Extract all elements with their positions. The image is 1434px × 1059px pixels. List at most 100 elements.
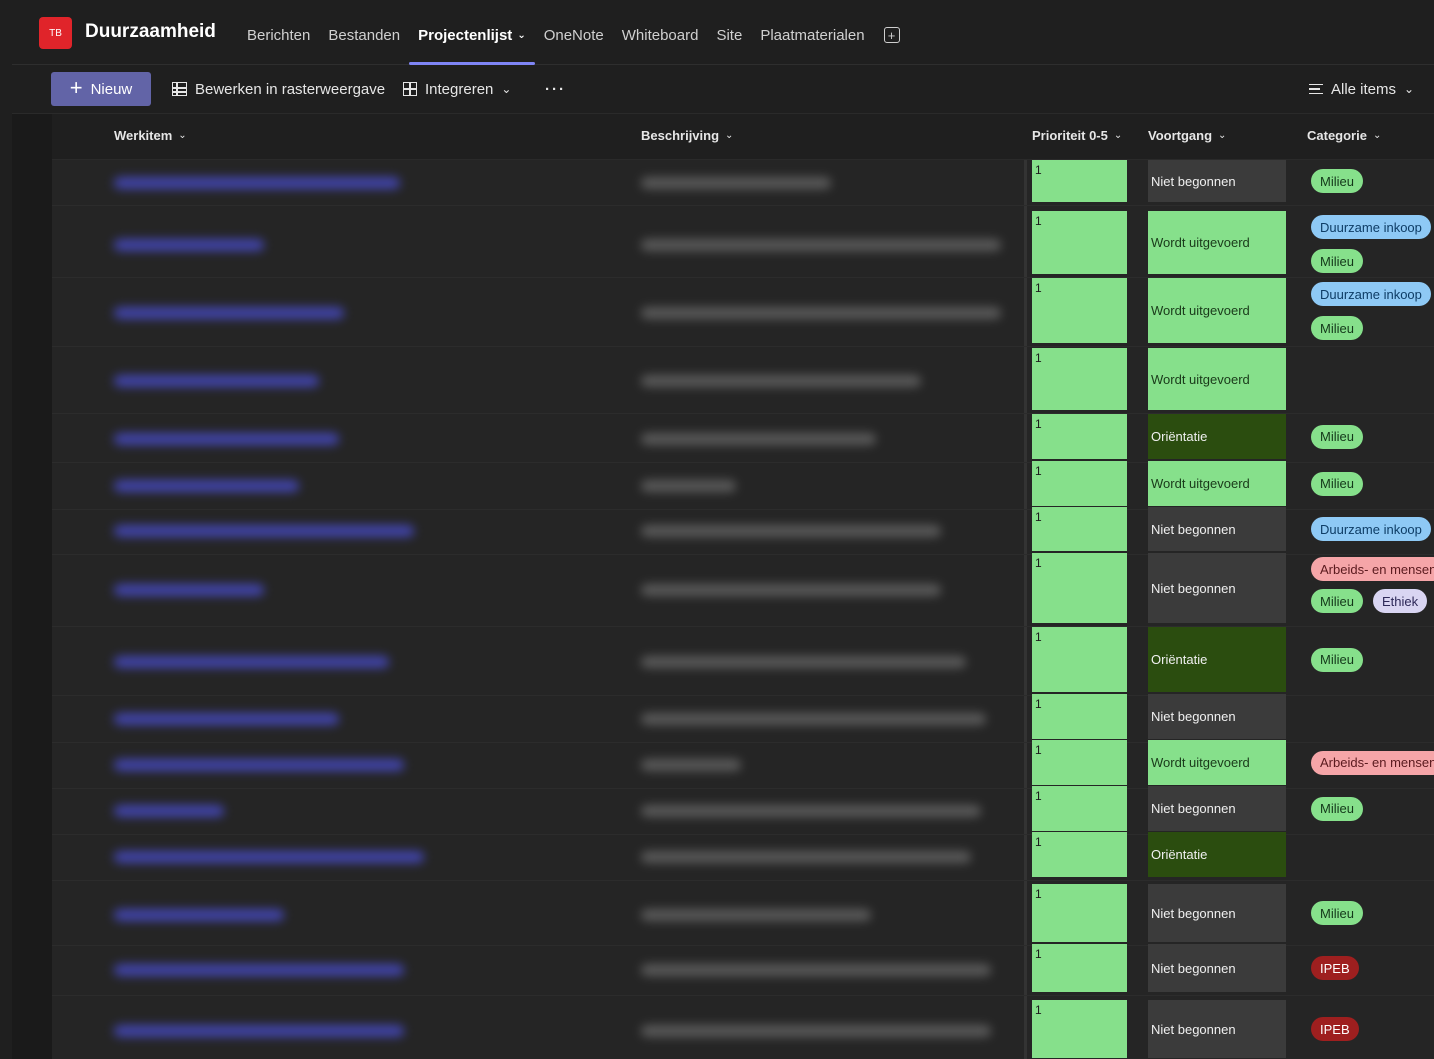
- table-row[interactable]: 1 Niet begonnen: [52, 694, 1434, 743]
- priority-cell[interactable]: 1: [1032, 786, 1127, 831]
- priority-cell[interactable]: 1: [1032, 740, 1127, 785]
- table-row[interactable]: 1 Oriëntatie: [52, 832, 1434, 881]
- list-grid: Werkitem ⌄ Beschrijving ⌄ Prioriteit 0-5 ⌄ …: [52, 114, 1434, 1059]
- column-header-categorie[interactable]: Categorie ⌄: [1307, 128, 1381, 143]
- category-tag: Arbeids- en mensen: [1311, 557, 1434, 581]
- grid-icon: [172, 82, 187, 96]
- tab-whiteboard[interactable]: Whiteboard: [613, 5, 708, 65]
- status-cell[interactable]: Niet begonnen: [1148, 694, 1286, 739]
- tab-site[interactable]: Site: [707, 5, 751, 65]
- beschrijving-redacted: [641, 758, 741, 771]
- team-avatar[interactable]: TB: [39, 17, 72, 49]
- werkitem-link-redacted[interactable]: [114, 712, 339, 725]
- new-button[interactable]: + Nieuw: [51, 72, 151, 106]
- status-cell[interactable]: Niet begonnen: [1148, 160, 1286, 202]
- werkitem-link-redacted[interactable]: [114, 238, 264, 251]
- beschrijving-redacted: [641, 964, 991, 976]
- priority-cell[interactable]: 1: [1032, 884, 1127, 942]
- werkitem-link-redacted[interactable]: [114, 584, 264, 596]
- table-row[interactable]: 1 Oriëntatie Milieu: [52, 627, 1434, 696]
- status-cell[interactable]: Wordt uitgevoerd: [1148, 348, 1286, 410]
- werkitem-link-redacted[interactable]: [114, 306, 344, 319]
- table-row[interactable]: 1 Wordt uitgevoerd Duurzame inkoop Milieu: [52, 278, 1434, 347]
- priority-cell[interactable]: 1: [1032, 278, 1127, 343]
- table-row[interactable]: 1 Wordt uitgevoerd Milieu: [52, 461, 1434, 510]
- status-cell[interactable]: Oriëntatie: [1148, 832, 1286, 877]
- chevron-down-icon: ⌄: [501, 82, 512, 96]
- priority-cell[interactable]: 1: [1032, 211, 1127, 274]
- status-cell[interactable]: Niet begonnen: [1148, 1000, 1286, 1058]
- status-cell[interactable]: Wordt uitgevoerd: [1148, 740, 1286, 785]
- chevron-down-icon: ⌄: [1218, 130, 1227, 141]
- view-selector[interactable]: Alle items ⌄: [1309, 72, 1414, 106]
- werkitem-link-redacted[interactable]: [114, 525, 414, 537]
- table-row[interactable]: 1 Wordt uitgevoerd: [52, 348, 1434, 414]
- table-row[interactable]: 1 Niet begonnen Milieu: [52, 786, 1434, 835]
- left-strip: [12, 114, 52, 1059]
- table-row[interactable]: 1 Niet begonnen Arbeids- en mensen Milieu Et…: [52, 553, 1434, 627]
- table-row[interactable]: 1 Wordt uitgevoerd Duurzame inkoop Milieu: [52, 211, 1434, 278]
- table-row[interactable]: 1 Niet begonnen Milieu: [52, 884, 1434, 946]
- beschrijving-redacted: [641, 804, 981, 817]
- priority-cell[interactable]: 1: [1032, 160, 1127, 202]
- table-row[interactable]: 1 Oriëntatie Milieu: [52, 414, 1434, 463]
- werkitem-link-redacted[interactable]: [114, 432, 339, 445]
- priority-cell[interactable]: 1: [1032, 461, 1127, 506]
- status-cell[interactable]: Niet begonnen: [1148, 507, 1286, 551]
- table-row[interactable]: 1 Niet begonnen IPEB: [52, 1000, 1434, 1059]
- priority-cell[interactable]: 1: [1032, 832, 1127, 877]
- tab-berichten[interactable]: Berichten: [238, 5, 319, 65]
- priority-cell[interactable]: 1: [1032, 414, 1127, 459]
- team-name: Duurzaamheid: [85, 21, 216, 42]
- tab-projectenlijst[interactable]: Projectenlijst ⌄: [409, 5, 535, 65]
- column-header-beschrijving[interactable]: Beschrijving ⌄: [641, 128, 733, 143]
- category-tag: IPEB: [1311, 1017, 1359, 1041]
- tab-bestanden[interactable]: Bestanden: [319, 5, 409, 65]
- werkitem-link-redacted[interactable]: [114, 655, 389, 668]
- priority-cell[interactable]: 1: [1032, 944, 1127, 992]
- status-cell[interactable]: Niet begonnen: [1148, 944, 1286, 992]
- status-cell[interactable]: Oriëntatie: [1148, 627, 1286, 692]
- beschrijving-redacted: [641, 712, 986, 725]
- more-options-button[interactable]: ···: [545, 72, 566, 106]
- chevron-down-icon: ⌄: [1113, 130, 1123, 141]
- table-row[interactable]: 1 Niet begonnen Milieu: [52, 160, 1434, 206]
- add-tab-icon[interactable]: +: [883, 27, 900, 43]
- priority-cell[interactable]: 1: [1032, 627, 1127, 692]
- werkitem-link-redacted[interactable]: [114, 177, 400, 189]
- priority-cell[interactable]: 1: [1032, 507, 1127, 551]
- beschrijving-redacted: [641, 479, 736, 492]
- grid-edit-button[interactable]: Bewerken in rasterweergave: [172, 72, 385, 106]
- table-row[interactable]: 1 Wordt uitgevoerd Arbeids- en mensen: [52, 740, 1434, 789]
- werkitem-link-redacted[interactable]: [114, 804, 224, 817]
- werkitem-link-redacted[interactable]: [114, 479, 299, 492]
- status-cell[interactable]: Niet begonnen: [1148, 884, 1286, 942]
- priority-cell[interactable]: 1: [1032, 1000, 1127, 1058]
- werkitem-link-redacted[interactable]: [114, 909, 284, 921]
- status-cell[interactable]: Wordt uitgevoerd: [1148, 211, 1286, 274]
- priority-cell[interactable]: 1: [1032, 694, 1127, 739]
- table-row[interactable]: 1 Niet begonnen Duurzame inkoop: [52, 507, 1434, 555]
- werkitem-link-redacted[interactable]: [114, 1025, 404, 1037]
- werkitem-link-redacted[interactable]: [114, 964, 404, 976]
- column-header-prioriteit[interactable]: Prioriteit 0-5 ⌄: [1032, 128, 1122, 143]
- tab-plaatmaterialen[interactable]: Plaatmaterialen: [751, 5, 873, 65]
- status-cell[interactable]: Niet begonnen: [1148, 553, 1286, 623]
- column-header-werkitem[interactable]: Werkitem ⌄: [114, 128, 187, 143]
- status-cell[interactable]: Wordt uitgevoerd: [1148, 461, 1286, 506]
- priority-cell[interactable]: 1: [1032, 553, 1127, 623]
- integrate-button[interactable]: Integreren ⌄: [403, 72, 511, 106]
- column-header-voortgang[interactable]: Voortgang ⌄: [1148, 128, 1226, 143]
- status-cell[interactable]: Niet begonnen: [1148, 786, 1286, 831]
- tab-onenote[interactable]: OneNote: [535, 5, 613, 65]
- priority-cell[interactable]: 1: [1032, 348, 1127, 410]
- beschrijving-redacted: [641, 584, 941, 596]
- werkitem-link-redacted[interactable]: [114, 375, 319, 387]
- status-cell[interactable]: Oriëntatie: [1148, 414, 1286, 459]
- tab-label: Projectenlijst: [418, 26, 513, 44]
- table-row[interactable]: 1 Niet begonnen IPEB: [52, 944, 1434, 996]
- werkitem-link-redacted[interactable]: [114, 850, 424, 863]
- werkitem-link-redacted[interactable]: [114, 758, 404, 771]
- status-cell[interactable]: Wordt uitgevoerd: [1148, 278, 1286, 343]
- view-label: Alle items: [1331, 80, 1397, 98]
